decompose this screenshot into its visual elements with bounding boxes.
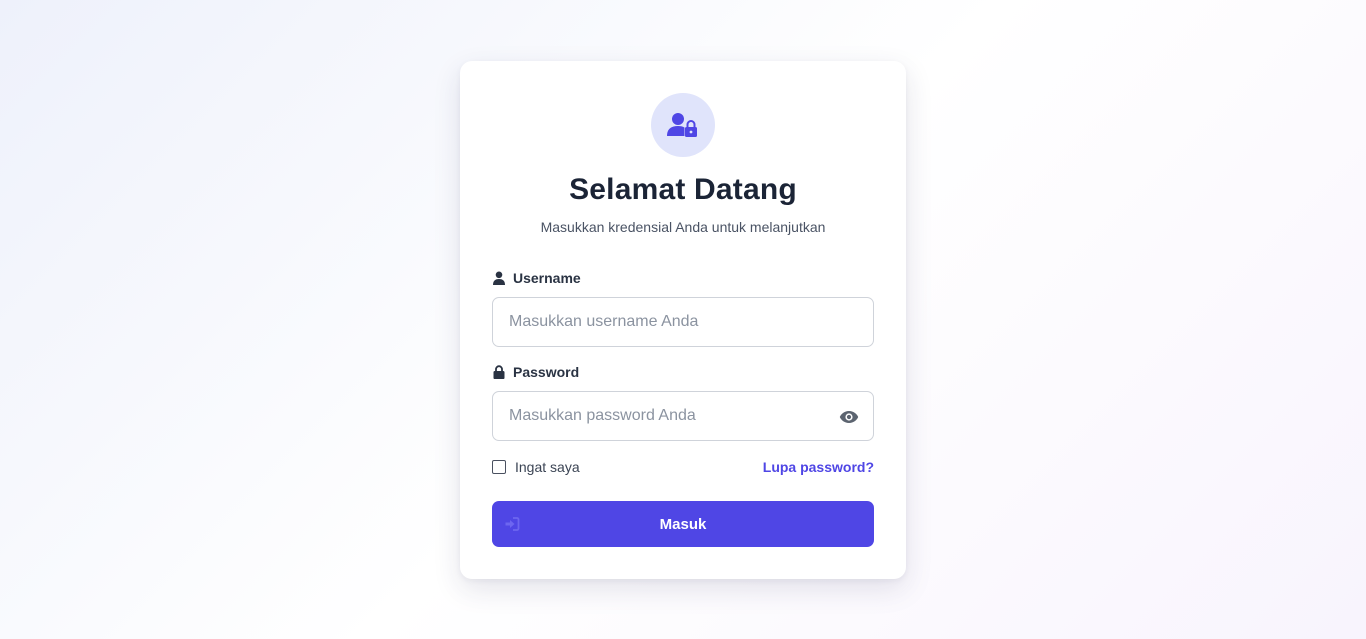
password-field-box xyxy=(492,391,874,441)
page-title: Selamat Datang xyxy=(569,173,797,206)
password-label-text: Password xyxy=(513,364,580,380)
login-button-label: Masuk xyxy=(659,515,707,533)
password-label: Password xyxy=(492,364,579,380)
sign-in-icon xyxy=(504,516,520,532)
user-icon xyxy=(492,271,506,285)
username-field-box xyxy=(492,297,874,347)
username-label: Username xyxy=(492,270,581,286)
login-button[interactable]: Masuk xyxy=(492,501,874,547)
password-input[interactable] xyxy=(493,392,829,440)
forgot-password-link[interactable]: Lupa password? xyxy=(763,459,874,475)
username-input[interactable] xyxy=(493,298,829,346)
lock-icon xyxy=(492,365,506,379)
remember-checkbox[interactable] xyxy=(492,460,506,474)
user-lock-icon xyxy=(667,112,699,138)
page-subtitle: Masukkan kredensial Anda untuk melanjutk… xyxy=(540,219,826,235)
username-label-text: Username xyxy=(513,270,581,286)
login-card: Selamat Datang Masukkan kredensial Anda … xyxy=(460,61,906,579)
remember-me[interactable]: Ingat saya xyxy=(492,459,580,475)
eye-icon[interactable] xyxy=(839,407,859,427)
remember-label: Ingat saya xyxy=(515,459,580,475)
avatar xyxy=(651,93,715,157)
